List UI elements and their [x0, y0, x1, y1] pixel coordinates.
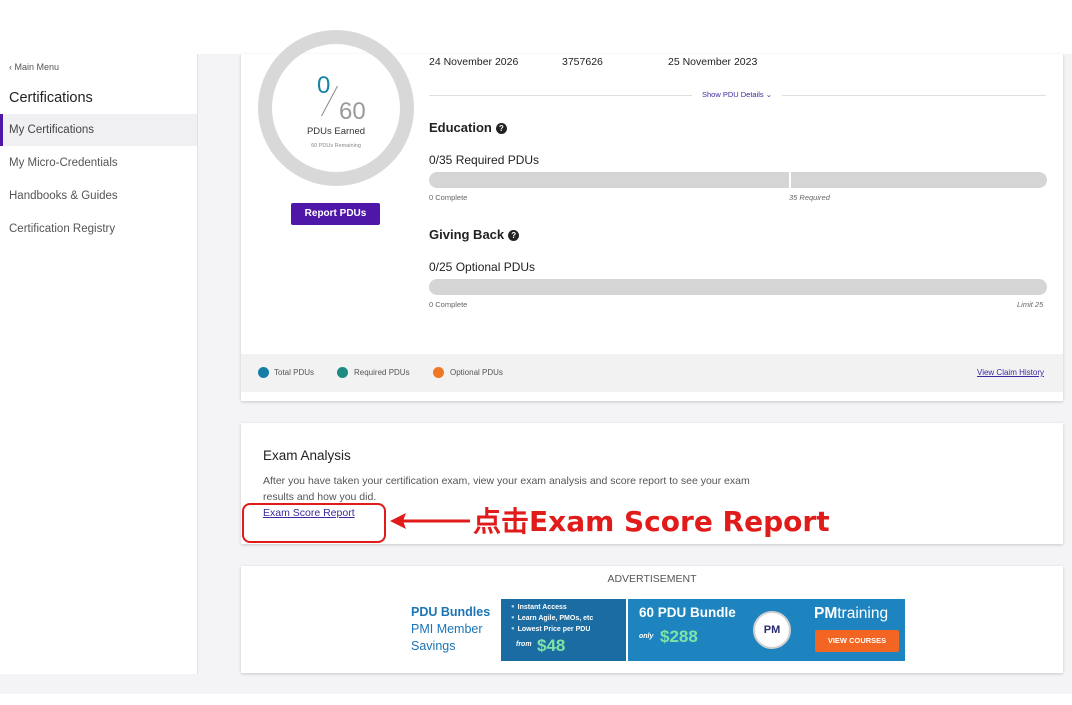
ad-only-label: only — [639, 633, 654, 640]
help-icon[interactable]: ? — [495, 123, 507, 134]
legend-label-optional: Optional PDUs — [450, 368, 503, 377]
cert-number: 3757626 — [562, 56, 603, 68]
giving-back-optional-label: 0/25 Optional PDUs — [429, 260, 536, 274]
ad-pdu-bundles-title: PDU Bundles — [411, 605, 491, 619]
ad-savings-line: Savings — [411, 639, 456, 653]
pdu-remaining-label: 60 PDUs Remaining — [311, 143, 361, 149]
view-courses-button[interactable]: VIEW COURSES — [815, 630, 899, 652]
ad-middle-panel: Instant Access Learn Agile, PMOs, etc Lo… — [501, 599, 626, 661]
ad-member-line: PMI Member — [411, 622, 483, 636]
ad-right-panel: 60 PDU Bundle only $288 PM PMtraining VI… — [628, 599, 905, 661]
sidebar: ‹ Main Menu Certifications My Certificat… — [0, 54, 198, 674]
pmi-logo-icon: PM — [753, 611, 791, 649]
cert-expiry-date: 24 November 2026 — [429, 56, 519, 68]
legend-label-required: Required PDUs — [354, 368, 410, 377]
view-claim-history-link[interactable]: View Claim History — [977, 368, 1044, 377]
pdu-earned-label: PDUs Earned — [306, 126, 366, 137]
advertisement-label: ADVERTISEMENT — [607, 573, 697, 585]
show-pdu-details-link[interactable]: Show PDU Details ⌄ — [692, 90, 782, 99]
ad-from-price: $48 — [537, 636, 566, 655]
brand-bold: PM — [814, 605, 838, 622]
annotation-arrow-icon — [390, 513, 470, 529]
sidebar-title: Certifications — [9, 90, 93, 106]
ad-bundle-title: 60 PDU Bundle — [639, 605, 736, 620]
sidebar-item-certification-registry[interactable]: Certification Registry — [0, 213, 197, 245]
annotation-label: 点击Exam Score Report — [473, 505, 830, 538]
giving-back-progress-bar — [429, 279, 1047, 295]
help-icon[interactable]: ? — [508, 230, 520, 241]
education-progress-bar — [429, 172, 1047, 188]
pdu-earned-count: 0 — [317, 72, 331, 99]
main-menu-back-link[interactable]: ‹ Main Menu — [9, 62, 59, 72]
ad-bullet: Learn Agile, PMOs, etc — [511, 615, 594, 622]
pdu-progress-card: 0 60 PDUs Earned 60 PDUs Remaining Repor… — [241, 30, 1063, 401]
education-required-marker: 35 Required — [789, 193, 830, 202]
giving-back-title: Giving Back — [429, 227, 505, 242]
giving-back-limit-label: Limit 25 — [1017, 300, 1044, 309]
education-heading: Education? — [429, 120, 507, 135]
ad-bundle-price: $288 — [660, 627, 698, 646]
ad-from-label: from — [516, 641, 532, 648]
bottom-strip — [0, 694, 1072, 705]
legend-dot-required — [337, 367, 348, 378]
exam-analysis-title: Exam Analysis — [263, 448, 351, 463]
advertisement-card: ADVERTISEMENT PDU Bundles PMI Member Sav… — [241, 566, 1063, 673]
legend-dot-total — [258, 367, 269, 378]
legend-dot-optional — [433, 367, 444, 378]
cert-granted-date: 25 November 2023 — [668, 56, 758, 68]
ad-bullet: Lowest Price per PDU — [511, 626, 591, 633]
brand-rest: training — [837, 605, 889, 622]
education-complete-label: 0 Complete — [429, 193, 468, 202]
top-bar — [0, 0, 1072, 54]
legend-label-total: Total PDUs — [274, 368, 315, 377]
sidebar-item-micro-credentials[interactable]: My Micro-Credentials — [0, 147, 197, 179]
highlight-box — [242, 503, 386, 543]
giving-back-heading: Giving Back? — [429, 227, 520, 242]
giving-back-complete-label: 0 Complete — [429, 300, 468, 309]
ad-bullet: Instant Access — [511, 604, 567, 611]
sidebar-item-my-certifications[interactable]: My Certifications — [0, 114, 197, 146]
pdu-total-count: 60 — [339, 98, 366, 125]
report-pdus-button[interactable]: Report PDUs — [291, 203, 380, 225]
required-marker-line — [789, 172, 791, 188]
ad-left-panel: PDU Bundles PMI Member Savings — [407, 599, 501, 661]
pdu-progress-ring — [258, 30, 414, 186]
pdu-legend: Total PDUs Required PDUs Optional PDUs V… — [241, 354, 1063, 392]
education-required-label: 0/35 Required PDUs — [429, 153, 540, 167]
education-title: Education — [429, 120, 492, 135]
pmtraining-brand: PMtraining — [814, 605, 888, 623]
ad-banner[interactable]: PDU Bundles PMI Member Savings Instant A… — [407, 599, 905, 661]
sidebar-item-handbooks-guides[interactable]: Handbooks & Guides — [0, 180, 197, 212]
